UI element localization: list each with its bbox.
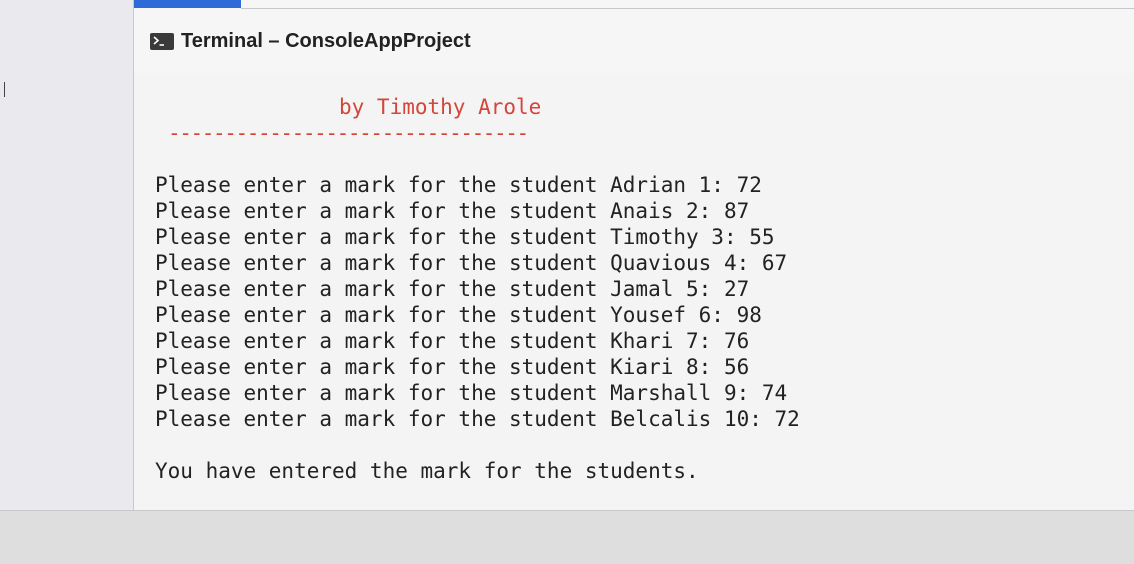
console-line: Please enter a mark for the student Jama… [155,277,750,301]
console-line: Please enter a mark for the student Quav… [155,251,788,275]
console-line: Please enter a mark for the student Kiar… [155,355,750,379]
console-line: Please enter a mark for the student Adri… [155,173,762,197]
mark-entries-list: Please enter a mark for the student Adri… [155,172,800,432]
panel-title: Terminal – ConsoleAppProject [181,29,471,52]
text-cursor [4,82,5,97]
status-bar [0,510,1134,564]
banner-underline: -------------------------------- [168,121,529,145]
active-tab-indicator[interactable] [134,0,241,8]
console-line: Please enter a mark for the student Timo… [155,225,775,249]
banner-author: by Timothy Arole [339,95,542,119]
terminal-header: Terminal – ConsoleAppProject [134,9,1134,73]
summary-message: You have entered the mark for the studen… [155,459,699,483]
console-output[interactable]: by Timothy Arole -----------------------… [134,73,1134,510]
console-line: Please enter a mark for the student Khar… [155,329,750,353]
console-line: Please enter a mark for the student Yous… [155,303,762,327]
terminal-icon [150,32,174,50]
console-line: Please enter a mark for the student Mars… [155,381,788,405]
terminal-panel: Terminal – ConsoleAppProject by Timothy … [133,0,1134,510]
editor-gutter [0,0,133,510]
console-line: Please enter a mark for the student Belc… [155,407,800,431]
console-line: Please enter a mark for the student Anai… [155,199,750,223]
